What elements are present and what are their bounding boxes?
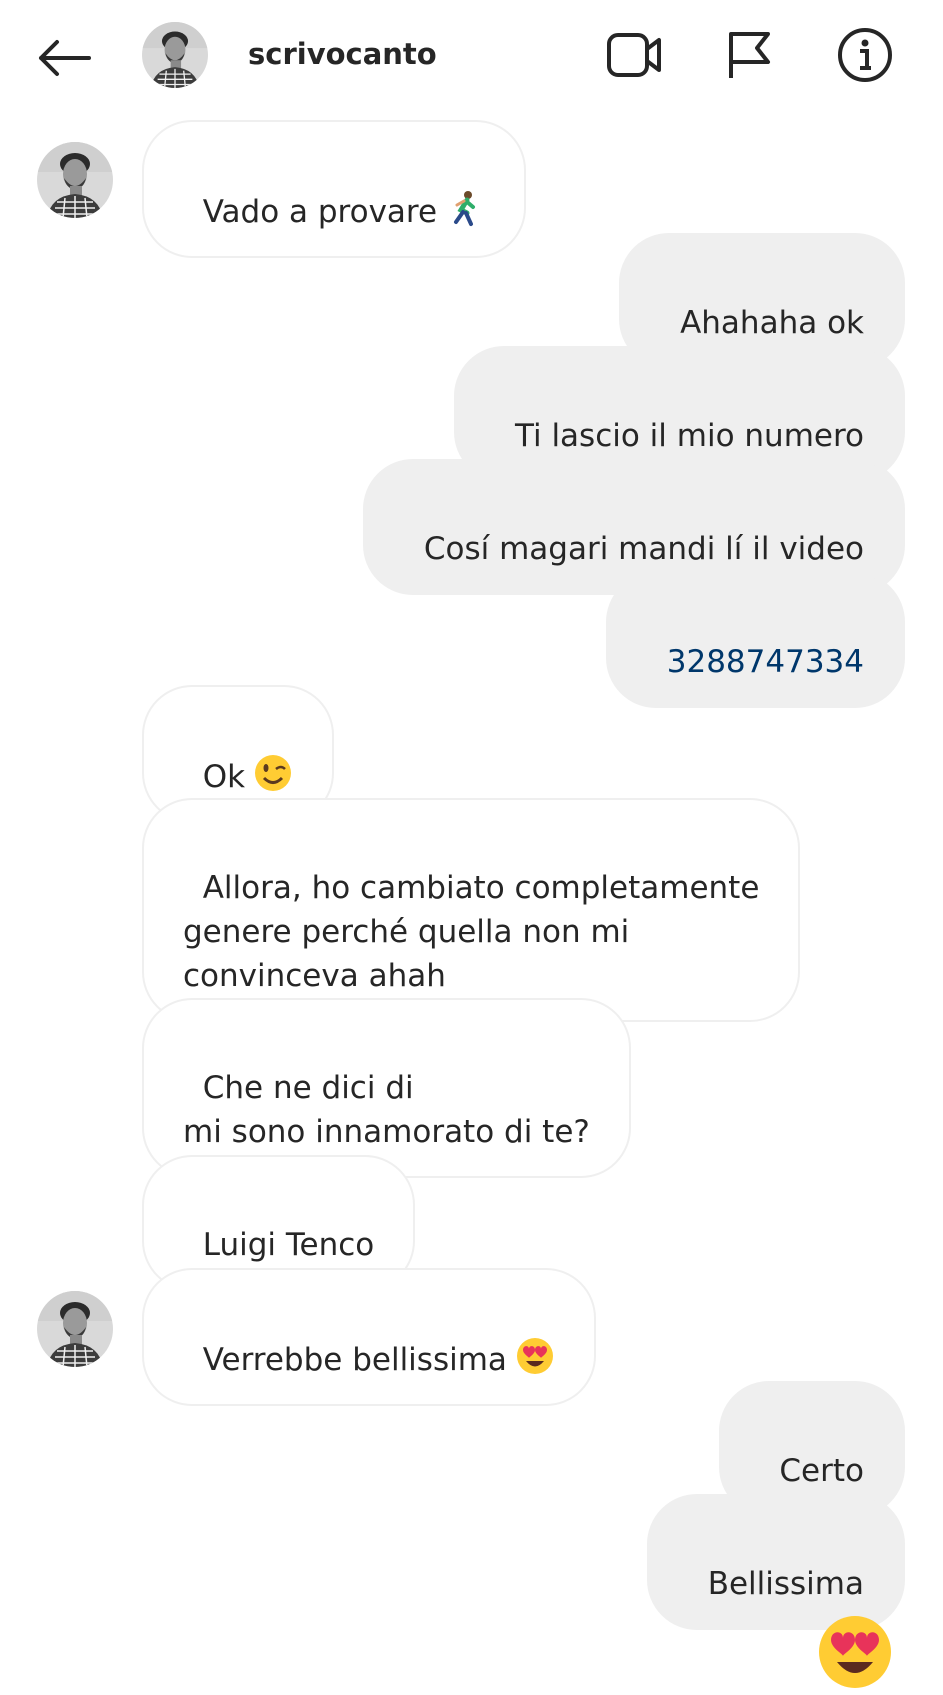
message-bubble-sent[interactable]: Bellissima bbox=[646, 1494, 905, 1630]
sender-avatar[interactable] bbox=[37, 142, 113, 218]
contact-username[interactable]: scrivocanto bbox=[248, 37, 437, 71]
message-text: Verrebbe bellissima bbox=[202, 1342, 507, 1378]
info-button[interactable] bbox=[830, 20, 900, 90]
video-call-button[interactable] bbox=[600, 20, 670, 90]
heart-eyes-emoji bbox=[815, 1612, 895, 1692]
message-bubble-received[interactable]: Che ne dici di mi sono innamorato di te? bbox=[142, 998, 631, 1178]
arrow-left-icon bbox=[39, 39, 91, 76]
phone-number-link[interactable]: 3288747334 bbox=[667, 644, 864, 680]
message-text: Bellissima bbox=[707, 1566, 864, 1602]
info-icon bbox=[838, 28, 892, 82]
flag-icon bbox=[729, 32, 770, 78]
chat-header: scrivocanto bbox=[0, 0, 943, 112]
video-camera-icon bbox=[607, 33, 661, 77]
message-text: Ti lascio il mio numero bbox=[515, 418, 864, 454]
message-bubble-sent[interactable]: 3288747334 bbox=[606, 572, 905, 708]
message-text: Ok bbox=[202, 759, 246, 795]
message-text: Vado a provare bbox=[202, 194, 438, 230]
message-text: Luigi Tenco bbox=[202, 1227, 375, 1263]
message-text: Cosí magari mandi lí il video bbox=[423, 531, 864, 567]
message-text: Ahahaha ok bbox=[680, 305, 864, 341]
heart-eyes-emoji bbox=[515, 1336, 555, 1376]
report-button[interactable] bbox=[714, 20, 784, 90]
sender-avatar[interactable] bbox=[37, 1291, 113, 1367]
message-text: Allora, ho cambiato completamente genere… bbox=[183, 870, 760, 994]
contact-avatar[interactable] bbox=[142, 22, 208, 88]
message-bubble-received[interactable]: Verrebbe bellissima bbox=[142, 1268, 596, 1406]
back-button[interactable] bbox=[30, 30, 100, 85]
message-bubble-received[interactable]: Allora, ho cambiato completamente genere… bbox=[142, 798, 801, 1022]
running-person-emoji bbox=[445, 188, 485, 228]
message-text: Che ne dici di mi sono innamorato di te? bbox=[183, 1070, 590, 1150]
emoji-message-sent[interactable] bbox=[815, 1612, 895, 1692]
message-bubble-received[interactable]: Vado a provare bbox=[142, 120, 527, 258]
message-text: Certo bbox=[779, 1453, 864, 1489]
winking-face-emoji bbox=[253, 753, 293, 793]
